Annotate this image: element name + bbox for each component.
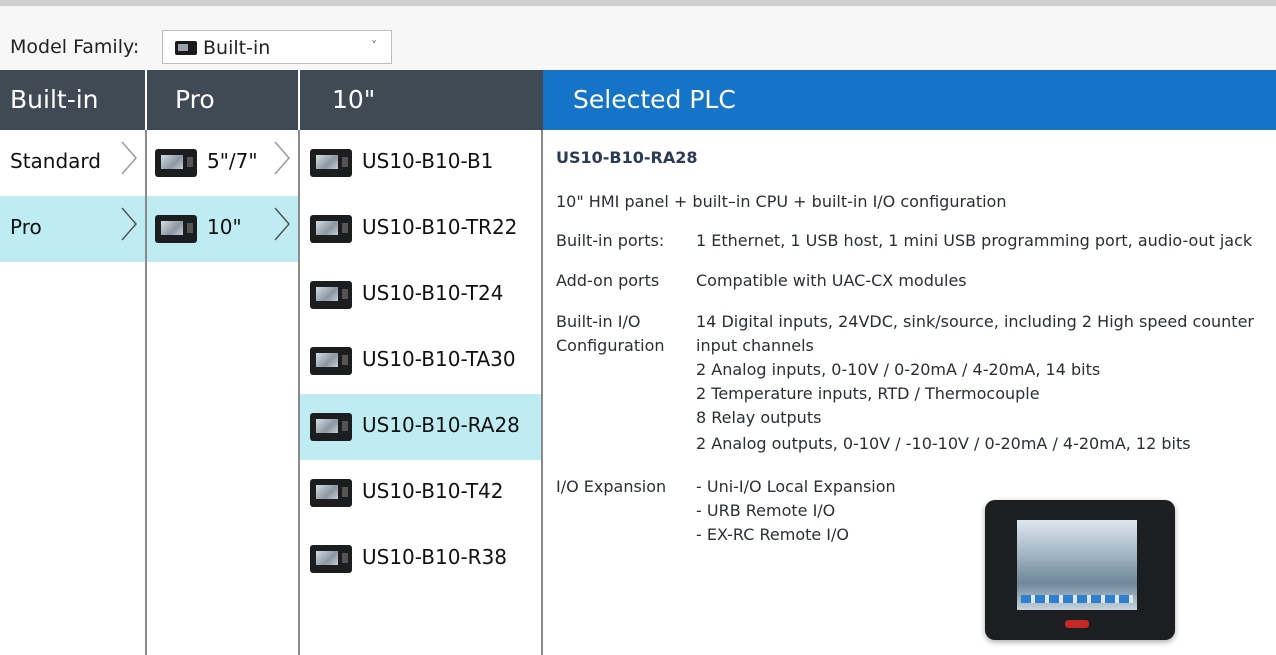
- chevron-right-icon: [121, 207, 137, 241]
- size-item-5-7[interactable]: 5"/7": [147, 130, 298, 196]
- model-item[interactable]: US10-B10-T24: [300, 262, 541, 328]
- family-item-pro[interactable]: Pro: [0, 196, 145, 262]
- family-item-standard[interactable]: Standard: [0, 130, 145, 196]
- io-expansion-line: - URB Remote I/O: [696, 501, 836, 520]
- model-item[interactable]: US10-B10-R38: [300, 526, 541, 592]
- size-item-label: 5"/7": [207, 149, 258, 173]
- column-header-pro: Pro: [147, 70, 298, 130]
- family-item-label: Standard: [10, 149, 101, 173]
- hmi-buttons: [1021, 595, 1133, 603]
- toolbar: Model Family: Built-in ˅: [0, 0, 1276, 70]
- model-item-label: US10-B10-T42: [362, 479, 504, 503]
- io-config-label: Configuration: [556, 336, 665, 355]
- column-header-builtin: Built-in: [0, 70, 145, 130]
- builtin-ports-label: Built-in ports:: [556, 231, 665, 250]
- model-item[interactable]: US10-B10-T42: [300, 460, 541, 526]
- plc-thumbnail-icon: [155, 215, 197, 243]
- io-config-label: Built-in I/O: [556, 312, 641, 331]
- chevron-right-icon: [274, 141, 290, 175]
- io-config-line: 2 Temperature inputs, RTD / Thermocouple: [696, 384, 1040, 403]
- size-item-10[interactable]: 10": [147, 196, 298, 262]
- size-item-label: 10": [207, 215, 242, 239]
- plc-thumbnail-icon: [155, 149, 197, 177]
- model-item-label: US10-B10-R38: [362, 545, 508, 569]
- plc-thumbnail-icon: [310, 281, 352, 309]
- builtin-ports-value: 1 Ethernet, 1 USB host, 1 mini USB progr…: [696, 231, 1253, 250]
- model-item-label: US10-B10-B1: [362, 149, 494, 173]
- io-config-line: 2 Analog outputs, 0-10V / -10-10V / 0-20…: [696, 434, 1191, 453]
- chevron-right-icon: [274, 207, 290, 241]
- plc-thumbnail-icon: [310, 149, 352, 177]
- plc-product-image: [985, 500, 1175, 640]
- chevron-down-icon: ˅: [371, 39, 377, 53]
- io-config-line: 2 Analog inputs, 0-10V / 0-20mA / 4-20mA…: [696, 360, 1101, 379]
- addon-ports-value: Compatible with UAC-CX modules: [696, 271, 967, 290]
- plc-selector-window: Model Family: Built-in ˅ Built-in Pro 10…: [0, 0, 1276, 655]
- model-item-label: US10-B10-RA28: [362, 413, 520, 437]
- model-item-label: US10-B10-TR22: [362, 215, 518, 239]
- model-item-label: US10-B10-TA30: [362, 347, 516, 371]
- io-config-line: 8 Relay outputs: [696, 408, 822, 427]
- model-item[interactable]: US10-B10-TR22: [300, 196, 541, 262]
- plc-thumbnail-icon: [310, 479, 352, 507]
- brand-logo: [1065, 620, 1089, 628]
- io-expansion-line: - Uni-I/O Local Expansion: [696, 477, 896, 496]
- io-config-line: input channels: [696, 336, 814, 355]
- plc-thumbnail-icon: [310, 215, 352, 243]
- chevron-right-icon: [121, 141, 137, 175]
- column-divider: [541, 130, 543, 655]
- column-header-10in: 10": [300, 70, 543, 130]
- model-family-value: Built-in: [203, 37, 271, 59]
- plc-description: 10" HMI panel + built–in CPU + built-in …: [556, 192, 1007, 211]
- plc-thumbnail-icon: [310, 545, 352, 573]
- io-expansion-label: I/O Expansion: [556, 477, 667, 496]
- addon-ports-label: Add-on ports: [556, 271, 660, 290]
- io-config-line: 14 Digital inputs, 24VDC, sink/source, i…: [696, 312, 1254, 331]
- model-item-selected[interactable]: US10-B10-RA28: [300, 394, 541, 460]
- io-expansion-line: - EX-RC Remote I/O: [696, 525, 850, 544]
- plc-thumbnail-icon: [310, 347, 352, 375]
- model-family-label: Model Family:: [10, 36, 140, 58]
- model-item[interactable]: US10-B10-TA30: [300, 328, 541, 394]
- plc-thumbnail-icon: [310, 413, 352, 441]
- model-item[interactable]: US10-B10-B1: [300, 130, 541, 196]
- model-family-dropdown[interactable]: Built-in ˅: [162, 30, 392, 64]
- plc-panel-icon: [175, 41, 197, 55]
- model-item-label: US10-B10-T24: [362, 281, 504, 305]
- family-item-label: Pro: [10, 215, 42, 239]
- column-header-selected-plc: Selected PLC: [543, 70, 1276, 130]
- selected-plc-title: US10-B10-RA28: [556, 148, 698, 167]
